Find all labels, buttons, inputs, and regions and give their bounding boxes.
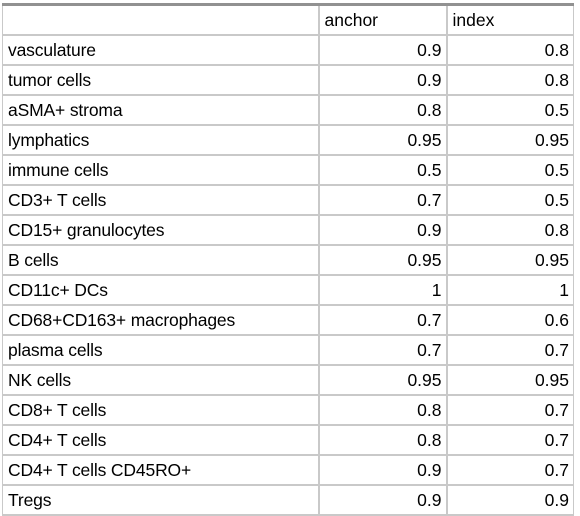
cell-index[interactable]: 0.7 <box>446 395 574 426</box>
table-row: aSMA+ stroma 0.8 0.5 <box>2 95 574 126</box>
cell-label[interactable]: B cells <box>2 245 320 276</box>
table-row: CD8+ T cells 0.8 0.7 <box>2 395 574 426</box>
cell-label[interactable]: NK cells <box>2 365 320 396</box>
cell-index[interactable]: 0.5 <box>446 185 574 216</box>
cell-label[interactable]: CD15+ granulocytes <box>2 215 320 246</box>
cell-label[interactable]: CD8+ T cells <box>2 395 320 426</box>
table-row: Tregs 0.9 0.9 <box>2 485 574 516</box>
cell-label[interactable]: CD3+ T cells <box>2 185 320 216</box>
cell-index[interactable]: 0.8 <box>446 65 574 96</box>
table-row: CD4+ T cells CD45RO+ 0.9 0.7 <box>2 455 574 486</box>
table-row: CD68+CD163+ macrophages 0.7 0.6 <box>2 305 574 336</box>
table-row: immune cells 0.5 0.5 <box>2 155 574 186</box>
cell-label[interactable]: lymphatics <box>2 125 320 156</box>
cell-anchor[interactable]: 0.9 <box>318 455 448 486</box>
cell-index[interactable]: 0.9 <box>446 485 574 516</box>
cell-anchor[interactable]: 0.9 <box>318 35 448 66</box>
spreadsheet-canvas: anchor index vasculature 0.9 0.8 tumor cell… <box>0 0 580 516</box>
cell-anchor[interactable]: 0.95 <box>318 245 448 276</box>
cell-index[interactable]: 0.7 <box>446 335 574 366</box>
cell-label[interactable]: CD4+ T cells CD45RO+ <box>2 455 320 486</box>
table-row: NK cells 0.95 0.95 <box>2 365 574 396</box>
cell-label[interactable]: Tregs <box>2 485 320 516</box>
table-header: anchor index <box>2 4 574 36</box>
cell-label[interactable]: CD11c+ DCs <box>2 275 320 306</box>
cell-anchor[interactable]: 0.9 <box>318 65 448 96</box>
table-row: plasma cells 0.7 0.7 <box>2 335 574 366</box>
cell-index[interactable]: 0.95 <box>446 125 574 156</box>
table-row: CD11c+ DCs 1 1 <box>2 275 574 306</box>
cell-label[interactable]: CD4+ T cells <box>2 425 320 456</box>
cell-anchor[interactable]: 0.5 <box>318 155 448 186</box>
cell-label[interactable]: tumor cells <box>2 65 320 96</box>
cell-label[interactable]: CD68+CD163+ macrophages <box>2 305 320 336</box>
table-row: tumor cells 0.9 0.8 <box>2 65 574 96</box>
column-header-index[interactable]: index <box>446 4 574 36</box>
cell-index[interactable]: 1 <box>446 275 574 306</box>
cell-index[interactable]: 0.95 <box>446 245 574 276</box>
cell-anchor[interactable]: 0.95 <box>318 365 448 396</box>
column-header-anchor[interactable]: anchor <box>318 4 448 36</box>
cell-anchor[interactable]: 0.7 <box>318 185 448 216</box>
table-row: CD15+ granulocytes 0.9 0.8 <box>2 215 574 246</box>
table-row: CD3+ T cells 0.7 0.5 <box>2 185 574 216</box>
cell-index[interactable]: 0.95 <box>446 365 574 396</box>
table-row: CD4+ T cells 0.8 0.7 <box>2 425 574 456</box>
table-row: B cells 0.95 0.95 <box>2 245 574 276</box>
column-header-label[interactable] <box>2 4 320 36</box>
cell-index[interactable]: 0.8 <box>446 215 574 246</box>
cell-index[interactable]: 0.5 <box>446 155 574 186</box>
cell-index[interactable]: 0.6 <box>446 305 574 336</box>
table-row: lymphatics 0.95 0.95 <box>2 125 574 156</box>
cell-anchor[interactable]: 0.7 <box>318 335 448 366</box>
cell-anchor[interactable]: 0.95 <box>318 125 448 156</box>
cell-anchor[interactable]: 0.8 <box>318 425 448 456</box>
cell-label[interactable]: immune cells <box>2 155 320 186</box>
cell-anchor[interactable]: 0.8 <box>318 95 448 126</box>
cell-anchor[interactable]: 0.8 <box>318 395 448 426</box>
cell-anchor[interactable]: 0.9 <box>318 485 448 516</box>
cell-index[interactable]: 0.7 <box>446 455 574 486</box>
table-row: vasculature 0.9 0.8 <box>2 35 574 66</box>
cell-label[interactable]: aSMA+ stroma <box>2 95 320 126</box>
cell-index[interactable]: 0.8 <box>446 35 574 66</box>
cell-anchor[interactable]: 1 <box>318 275 448 306</box>
cell-index[interactable]: 0.5 <box>446 95 574 126</box>
table-body: vasculature 0.9 0.8 tumor cells 0.9 0.8 aSMA+ … <box>2 35 574 516</box>
cell-index[interactable]: 0.7 <box>446 425 574 456</box>
cell-label[interactable]: plasma cells <box>2 335 320 366</box>
cell-label[interactable]: vasculature <box>2 35 320 66</box>
table-header-row: anchor index <box>2 4 574 36</box>
cell-anchor[interactable]: 0.9 <box>318 215 448 246</box>
data-table: anchor index vasculature 0.9 0.8 tumor cell… <box>2 3 574 516</box>
cell-anchor[interactable]: 0.7 <box>318 305 448 336</box>
